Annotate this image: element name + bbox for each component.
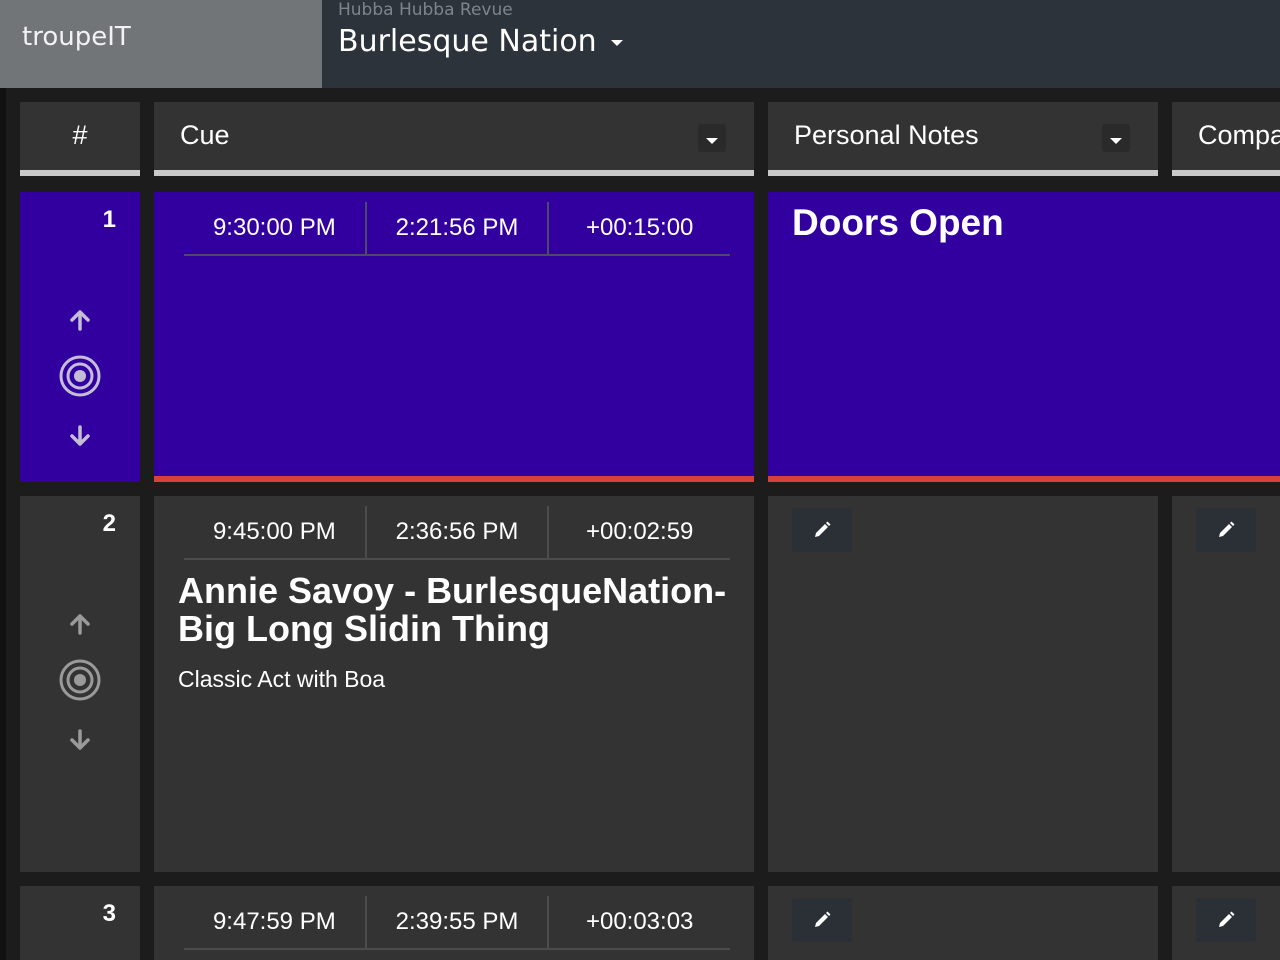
edit-company-button[interactable] bbox=[1196, 508, 1256, 552]
row-2-notes-cell bbox=[768, 496, 1158, 872]
cue-times: 9:45:00 PM 2:36:56 PM +00:02:59 bbox=[184, 506, 730, 560]
row-1-number-cell: 1 bbox=[20, 192, 140, 482]
cue-times: 9:30:00 PM 2:21:56 PM +00:15:00 bbox=[184, 202, 730, 256]
column-header-number: # bbox=[20, 102, 140, 176]
row-1-notes-cell[interactable]: Doors Open bbox=[768, 192, 1280, 482]
move-up-button[interactable] bbox=[20, 308, 140, 332]
pencil-icon bbox=[1219, 911, 1235, 927]
top-bar: Hubba Hubba Revue Burlesque Nation bbox=[322, 0, 1280, 88]
left-edge bbox=[0, 88, 6, 960]
app-brand[interactable]: troupeIT bbox=[0, 0, 322, 88]
go-to-cue-button[interactable] bbox=[20, 659, 140, 701]
note-text: Doors Open bbox=[792, 202, 1004, 243]
column-company-label: Compa bbox=[1198, 120, 1280, 150]
edit-notes-button[interactable] bbox=[792, 508, 852, 552]
pencil-icon bbox=[815, 911, 831, 927]
row-1-cue-cell[interactable]: 9:30:00 PM 2:21:56 PM +00:15:00 bbox=[154, 192, 754, 482]
caret-down-icon bbox=[610, 39, 623, 46]
pencil-icon bbox=[1219, 521, 1235, 537]
cue-times: 9:47:59 PM 2:39:55 PM +00:03:03 bbox=[184, 896, 730, 950]
row-3-notes-cell bbox=[768, 886, 1158, 960]
clock-time: 2:36:56 PM bbox=[364, 506, 548, 558]
go-to-cue-button[interactable] bbox=[20, 355, 140, 397]
start-time: 9:30:00 PM bbox=[212, 214, 336, 241]
company-name: Hubba Hubba Revue bbox=[338, 0, 513, 20]
cue-title: Annie Savoy - BurlesqueNation-Big Long S… bbox=[178, 570, 727, 649]
start-time: 9:47:59 PM bbox=[212, 908, 336, 935]
duration: +00:15:00 bbox=[547, 202, 730, 254]
duration: +00:03:03 bbox=[547, 896, 730, 948]
clock-time: 2:21:56 PM bbox=[364, 202, 548, 254]
arrow-up-icon bbox=[70, 614, 90, 635]
column-header-company: Compa bbox=[1172, 102, 1280, 176]
target-icon bbox=[59, 355, 101, 397]
row-2-cue-cell[interactable]: 9:45:00 PM 2:36:56 PM +00:02:59 Annie Sa… bbox=[154, 496, 754, 872]
cue-description: Classic Act with Boa bbox=[178, 666, 386, 692]
target-icon bbox=[59, 659, 101, 701]
row-2-number-cell: 2 bbox=[20, 496, 140, 872]
row-3-cue-cell[interactable]: 9:47:59 PM 2:39:55 PM +00:03:03 bbox=[154, 886, 754, 960]
notes-column-dropdown[interactable] bbox=[1102, 124, 1130, 152]
move-up-button[interactable] bbox=[20, 612, 140, 636]
column-header-cue: Cue bbox=[154, 102, 754, 176]
clock-time: 2:39:55 PM bbox=[364, 896, 548, 948]
column-cue-label: Cue bbox=[180, 120, 230, 150]
pencil-icon bbox=[815, 521, 831, 537]
cue-column-dropdown[interactable] bbox=[698, 124, 726, 152]
edit-company-button[interactable] bbox=[1196, 898, 1256, 942]
arrow-up-icon bbox=[70, 310, 90, 331]
row-2-company-cell bbox=[1172, 496, 1280, 872]
row-3-company-cell bbox=[1172, 886, 1280, 960]
duration: +00:02:59 bbox=[547, 506, 730, 558]
row-number: 2 bbox=[102, 510, 116, 537]
show-selector[interactable]: Burlesque Nation bbox=[338, 24, 623, 59]
column-notes-label: Personal Notes bbox=[794, 120, 979, 150]
column-number-label: # bbox=[72, 120, 88, 150]
edit-notes-button[interactable] bbox=[792, 898, 852, 942]
show-name: Burlesque Nation bbox=[338, 24, 597, 59]
row-number: 1 bbox=[102, 206, 116, 233]
move-down-button[interactable] bbox=[20, 424, 140, 448]
arrow-down-icon bbox=[70, 729, 90, 750]
row-number: 3 bbox=[102, 900, 116, 927]
column-header-notes: Personal Notes bbox=[768, 102, 1158, 176]
arrow-down-icon bbox=[70, 425, 90, 446]
move-down-button[interactable] bbox=[20, 728, 140, 752]
start-time: 9:45:00 PM bbox=[212, 518, 336, 545]
row-3-number-cell: 3 bbox=[20, 886, 140, 960]
